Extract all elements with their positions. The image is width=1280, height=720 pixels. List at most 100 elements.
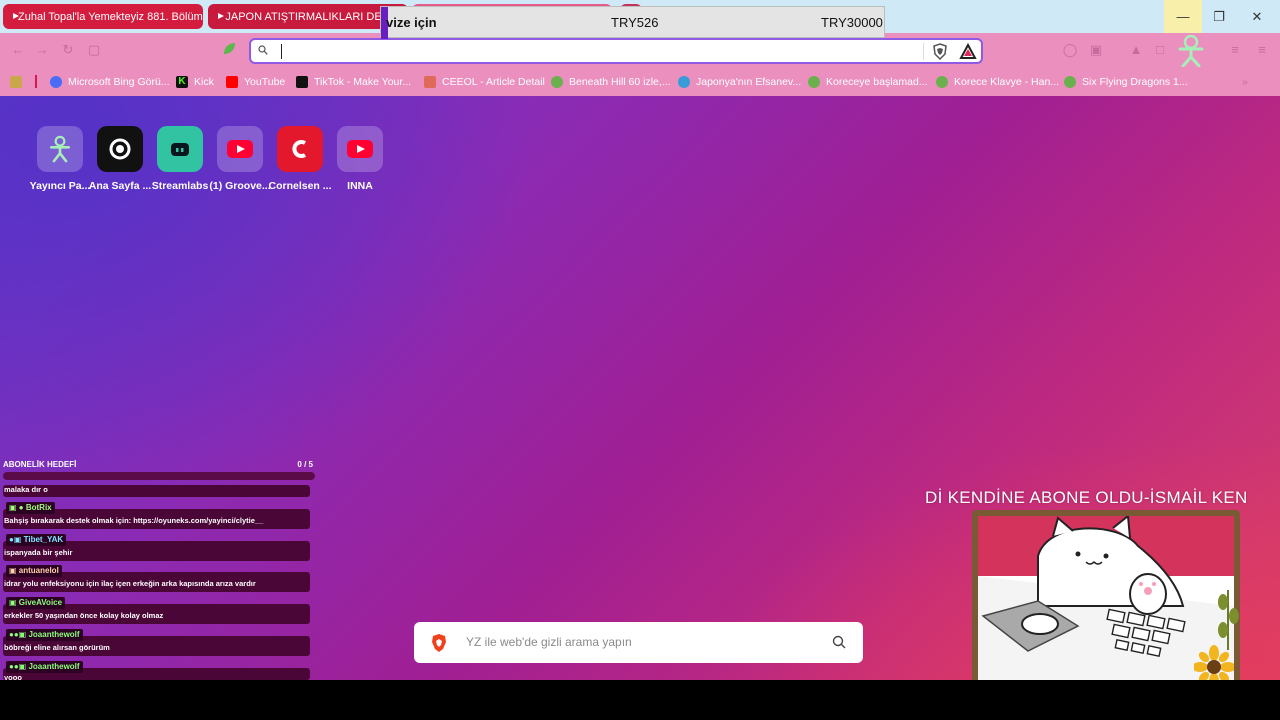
bookmark-label: CEEOL - Article Detail [442,76,545,88]
globe-icon [1064,76,1076,88]
bookmark-label: Japonya'nın Efsanev... [696,76,802,88]
menu-icon[interactable]: ≡ [1226,42,1244,58]
tile-inna[interactable]: INNA [328,126,392,192]
bookmark-korece-klavye[interactable]: Korece Klavye - Han... [936,74,1059,90]
bookmark-tiktok[interactable]: TikTok - Make Your... [296,74,411,90]
tiktok-icon [296,76,308,88]
bot-badge-icon: ▣ ● [9,503,26,512]
bookmark-ceeol[interactable]: CEEOL - Article Detail [424,74,545,90]
omnibox-divider [923,43,924,60]
badge-icon: ●●▣ [9,630,29,639]
search-placeholder: YZ ile web'de gizli arama yapın [466,635,632,649]
brave-shields-icon[interactable] [931,43,949,61]
tile-yayinci[interactable]: Yayıncı Pa... [28,126,92,192]
chat-username: ●▣ Tibet_YAK [6,534,67,546]
chat-text: Bahşiş bırakarak destek olmak için: http… [4,516,264,525]
bookmark-separator [35,75,37,88]
yayinci-icon [37,126,83,172]
bookmark-koreceye[interactable]: Koreceye başlamad... [808,74,928,90]
apps-icon[interactable] [10,74,28,90]
bookmarks-bar: Microsoft Bing Görü... K Kick YouTube Ti… [0,68,1280,96]
globe-icon [808,76,820,88]
bookmarks-overflow-icon[interactable]: » [1242,74,1248,90]
ceeol-icon [424,76,436,88]
chat-message: ●▣ Tibet_YAK ispanyada bir şehir [3,534,310,561]
brave-logo-icon [432,634,446,652]
restore-button[interactable]: ❐ [1200,0,1238,33]
chat-text: malaka dır o [4,485,48,494]
youtube-icon [337,126,383,172]
menu-icon-2[interactable]: ≡ [1253,42,1271,58]
chat-message: ●●▣ Joaanthewolf böbreği eline alırsan g… [3,629,310,656]
sidebar-icon[interactable]: ▣ [1087,42,1105,58]
subscriber-goal-header: ABONELİK HEDEFİ 0 / 5 [3,460,315,472]
bookmark-youtube[interactable]: YouTube [226,74,285,90]
private-search-box[interactable]: YZ ile web'de gizli arama yapın [414,622,863,663]
brave-rewards-icon[interactable] [959,43,977,61]
chat-message: ▣ antuanelol idrar yolu enfeksiyonu için… [3,565,310,592]
tile-streamlabs[interactable]: Streamlabs [148,126,212,192]
chat-text: böbreği eline alırsan görürüm [4,643,110,652]
bookmark-label: Microsoft Bing Görü... [68,76,170,88]
overlay-title: vize için [386,15,437,30]
bookmark-six-flying-dragons[interactable]: Six Flying Dragons 1... [1064,74,1188,90]
subscriber-ticker: Dİ KENDİNE ABONE OLDU-İSMAİL KEN [925,488,1248,507]
address-input[interactable] [277,43,877,59]
tile-cornelsen[interactable]: Cornelsen ... [268,126,332,192]
forward-icon[interactable]: → [34,42,50,58]
profile-avatar-icon[interactable] [1176,35,1206,67]
chat-text: erkekler 50 yaşından önce kolay kolay ol… [4,611,164,620]
bookmark-beneath-hill[interactable]: Beneath Hill 60 izle,... [551,74,671,90]
youtube-icon [217,126,263,172]
chat-username: ▣ GiveAVoice [6,597,66,609]
goal-label: ABONELİK HEDEFİ [3,460,77,469]
chat-message: ▣ ● BotRix Bahşiş bırakarak destek olmak… [3,502,310,529]
globe-icon [936,76,948,88]
search-icon [258,45,268,55]
extensions-icon[interactable]: ▲ [1127,42,1145,58]
bookmark-label: Kick [194,76,214,88]
bookmark-label: YouTube [244,76,286,88]
bottom-black-bar [0,680,1280,720]
search-icon[interactable] [832,635,846,649]
goal-count: 0 / 5 [297,460,313,469]
tile-label: INNA [347,180,373,192]
back-icon[interactable]: ← [10,42,26,58]
chat-message: malaka dır o [3,485,310,497]
overlay-price-2: TRY30000 [821,15,883,30]
leaf-icon[interactable] [221,42,237,58]
chat-message: ▣ GiveAVoice erkekler 50 yaşından önce k… [3,597,310,624]
leaf-vine-icon [1218,590,1239,650]
wallet-icon[interactable]: □ [1151,42,1169,58]
extension-icon[interactable]: ◯ [1061,42,1079,58]
tile-label: Yayıncı Pa... [29,180,91,192]
tile-ana-sayfa[interactable]: Ana Sayfa ... [88,126,152,192]
chat-text: ispanyada bir şehir [4,548,73,557]
bookmark-label: Six Flying Dragons 1... [1082,76,1188,88]
bookmark-label: Korece Klavye - Han... [954,76,1060,88]
toolbar: ← → ↻ ▢ ◯ ▣ ▲ □ ≡ ≡ [0,33,1280,68]
new-tab-page: Yayıncı Pa... Ana Sayfa ... Streamlabs (… [0,96,1280,680]
tab-japon[interactable]: JAPON ATIŞTIRMALIKLARI DENİY [208,4,408,29]
address-bar[interactable] [249,38,983,64]
chat-text: idrar yolu enfeksiyonu için ilaç içen er… [4,579,256,588]
bookmark-kick[interactable]: K Kick [176,74,214,90]
bookmark-label: Koreceye başlamad... [826,76,928,88]
youtube-icon [216,12,226,21]
bookmark-bing[interactable]: Microsoft Bing Görü... [50,74,170,90]
bookmark-label: Beneath Hill 60 izle,... [569,76,671,88]
youtube-icon [226,76,238,88]
reload-icon[interactable]: ↻ [60,42,76,58]
tab-title: JAPON ATIŞTIRMALIKLARI DENİY [225,10,400,23]
tile-groove[interactable]: (1) Groove... [208,126,272,192]
tab-yemekteyiz[interactable]: Zuhal Topal'la Yemekteyiz 881. Bölüm [3,4,203,29]
price-overlay: vize için TRY526 TRY30000 [380,6,885,39]
bookmark-icon[interactable]: ▢ [86,42,102,58]
bongo-cat-widget [972,510,1240,680]
minimize-button[interactable]: — [1164,0,1202,33]
chat-message: ●●▣ Joaanthewolf yooo [3,661,310,680]
badge-icon: ●●▣ [9,662,29,671]
cornelsen-icon [277,126,323,172]
bookmark-japonya[interactable]: Japonya'nın Efsanev... [678,74,801,90]
close-button[interactable]: ✕ [1238,0,1276,33]
